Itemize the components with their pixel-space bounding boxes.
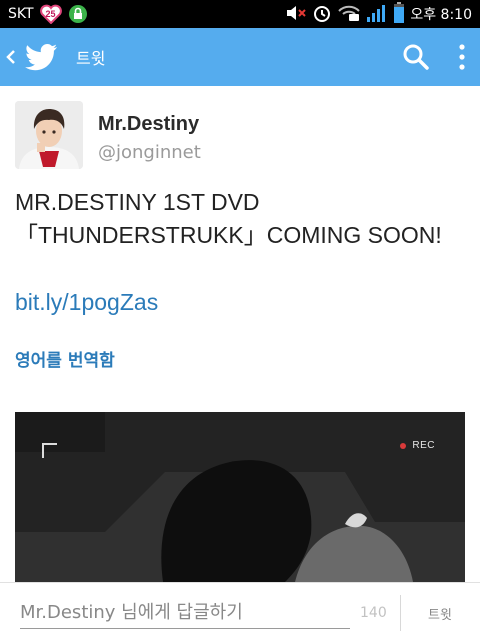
wifi-icon <box>337 4 361 25</box>
overflow-menu-icon[interactable] <box>444 28 480 86</box>
rec-label: REC <box>412 440 435 451</box>
tweet-author[interactable]: Mr.Destiny @jonginnet <box>15 101 201 169</box>
reply-bar: 140 트윗 <box>0 582 480 640</box>
notification-badge-count: 25 <box>45 9 56 19</box>
tweet-media[interactable]: REC <box>15 412 465 582</box>
display-name[interactable]: Mr.Destiny <box>98 113 201 136</box>
back-chevron-icon[interactable] <box>2 28 20 86</box>
twitter-bird-icon[interactable] <box>22 37 62 77</box>
battery-icon <box>393 1 405 27</box>
tweet-text: MR.DESTINY 1ST DVD「THUNDERSTRUKK」COMING … <box>15 189 442 248</box>
lock-icon <box>68 4 88 24</box>
signal-icon <box>366 3 388 26</box>
action-bar: 트윗 <box>0 28 480 86</box>
mute-icon <box>285 4 307 25</box>
alarm-icon <box>312 3 332 26</box>
carrier-label: SKT <box>8 6 34 22</box>
clock: 오후 8:10 <box>410 7 472 23</box>
tweet-button[interactable]: 트윗 <box>404 591 476 635</box>
translate-link[interactable]: 영어를 번역함 <box>15 346 115 371</box>
action-bar-title: 트윗 <box>76 49 106 68</box>
avatar[interactable] <box>15 101 83 169</box>
character-count: 140 <box>360 605 387 621</box>
search-icon[interactable] <box>388 28 444 86</box>
media-frame <box>15 412 465 582</box>
user-handle[interactable]: @jonginnet <box>98 142 201 163</box>
status-bar: SKT 25 오후 8:10 <box>0 0 480 28</box>
reply-input[interactable] <box>20 597 350 629</box>
heart-badge-icon: 25 <box>39 4 62 24</box>
divider <box>400 595 401 631</box>
record-dot-icon <box>400 442 407 449</box>
rec-indicator: REC <box>400 440 435 451</box>
tweet-link[interactable]: bit.ly/1pogZas <box>15 286 158 319</box>
